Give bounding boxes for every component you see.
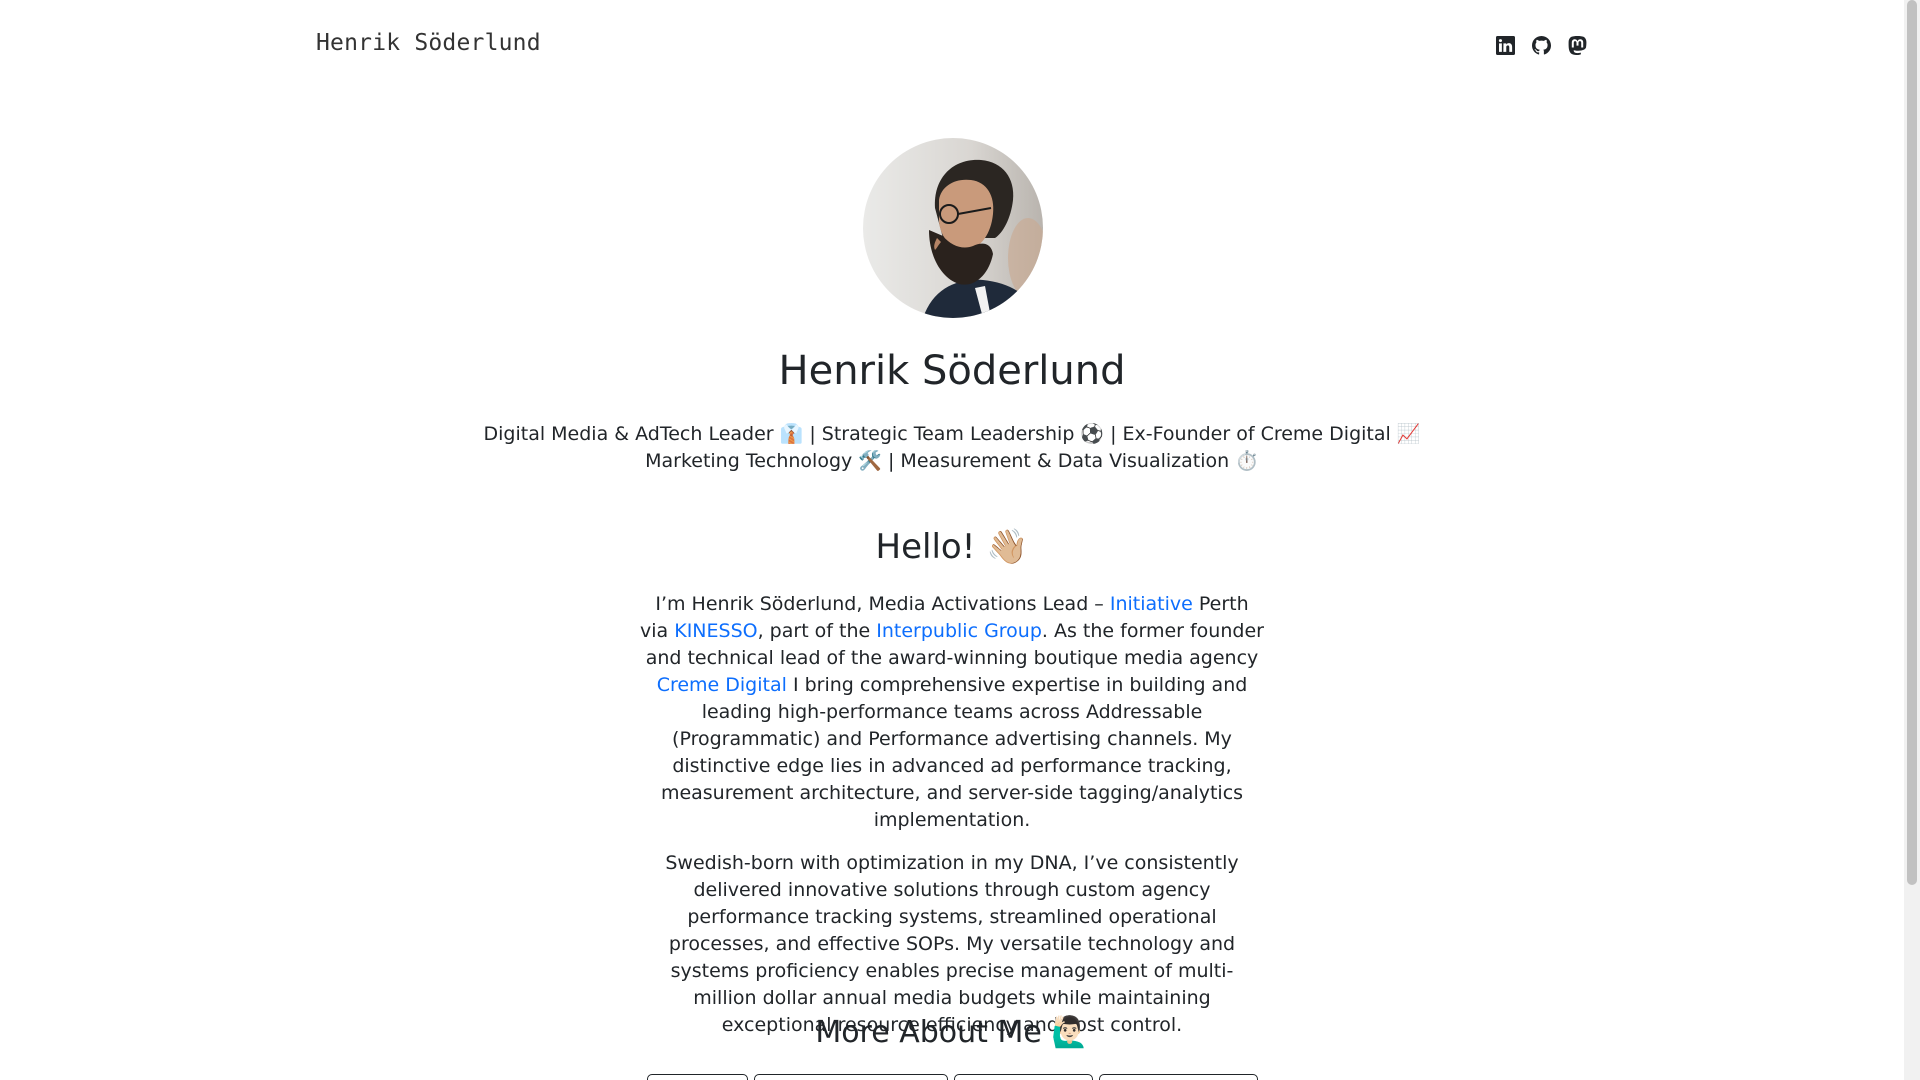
about-section: I’m Henrik Söderlund, Media Activations … xyxy=(640,591,1264,1055)
avatar xyxy=(863,138,1043,318)
about-text: , part of the xyxy=(757,620,877,642)
more-about-button[interactable] xyxy=(1099,1074,1258,1080)
about-text: I bring comprehensive expertise in build… xyxy=(660,674,1248,831)
about-paragraph: Swedish-born with optimization in my DNA… xyxy=(665,852,1239,1036)
more-about-button[interactable] xyxy=(647,1074,748,1080)
more-about-heading: More About Me 🙋🏻‍♂️ xyxy=(815,1015,1089,1050)
page-scrollbar[interactable] xyxy=(1904,0,1920,1080)
about-heading: Hello! 👋🏼 xyxy=(875,527,1029,567)
about-text: I’m Henrik Söderlund, Media Activations … xyxy=(655,593,1110,615)
mastodon-link[interactable] xyxy=(1568,36,1587,55)
scrollbar-thumb[interactable] xyxy=(1907,0,1917,885)
kinesso-link[interactable]: KINESSO xyxy=(674,620,757,642)
creme-digital-link[interactable]: Creme Digital xyxy=(657,674,787,696)
tagline-line: Digital Media & AdTech Leader 👔 | Strate… xyxy=(483,423,1421,445)
more-about-button[interactable] xyxy=(754,1074,948,1080)
page: Henrik Söderlund Henrik Söderlund Digita… xyxy=(0,0,1904,1080)
profile-name: Henrik Söderlund xyxy=(778,348,1126,394)
mastodon-icon xyxy=(1568,36,1587,55)
interpublic-group-link[interactable]: Interpublic Group xyxy=(876,620,1042,642)
linkedin-link[interactable] xyxy=(1496,36,1515,55)
github-link[interactable] xyxy=(1532,36,1551,55)
avatar-photo xyxy=(863,138,1043,318)
more-about-buttons xyxy=(647,1074,1258,1080)
about-paragraph: I’m Henrik Söderlund, Media Activations … xyxy=(640,591,1264,834)
social-links xyxy=(1496,36,1587,55)
more-about-button[interactable] xyxy=(954,1074,1093,1080)
initiative-link[interactable]: Initiative xyxy=(1110,593,1193,615)
site-title-link[interactable]: Henrik Söderlund xyxy=(316,30,541,56)
tagline-line: Marketing Technology 🛠️ | Measurement & … xyxy=(645,450,1259,472)
linkedin-icon xyxy=(1496,36,1515,55)
profile-tagline: Digital Media & AdTech Leader 👔 | Strate… xyxy=(0,421,1904,475)
github-icon xyxy=(1532,36,1551,55)
